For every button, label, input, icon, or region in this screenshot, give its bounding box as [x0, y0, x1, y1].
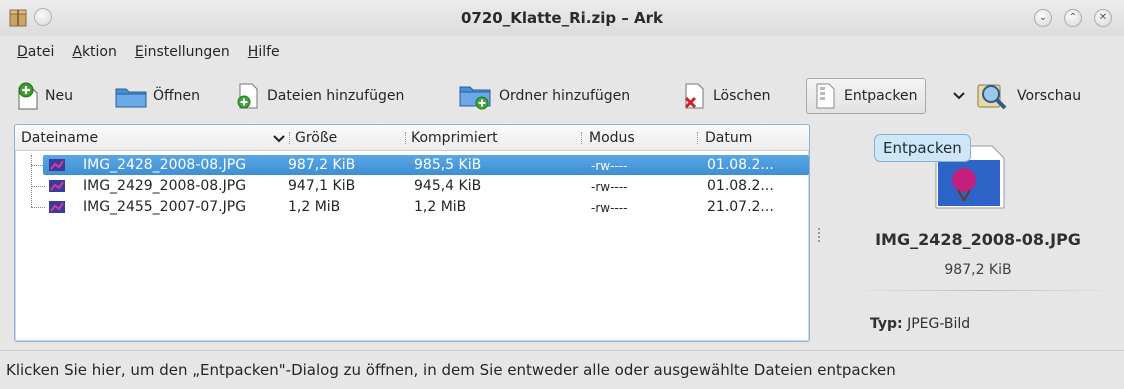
title-bar: 0720_Klatte_Ri.zip – Ark ⌄ ⌃ ✕ [0, 0, 1124, 36]
file-date-cell: 01.08.2... [707, 178, 774, 194]
preview-file-type: Typ: JPEG-Bild [870, 316, 970, 332]
preview-magnifier-icon [977, 84, 1007, 110]
preview-button[interactable]: Vorschau [976, 78, 1081, 114]
file-compressed-cell: 945,4 KiB [414, 178, 482, 194]
open-folder-icon [115, 88, 147, 108]
extract-menu-arrow[interactable] [952, 78, 971, 114]
add-folder-label: Ordner hinzufügen [499, 88, 631, 104]
file-size-cell: 987,2 KiB [288, 157, 356, 173]
column-dateiname[interactable]: Dateiname [21, 130, 98, 146]
file-compressed-cell: 985,5 KiB [414, 157, 482, 173]
extract-tooltip: Entpacken [874, 134, 971, 162]
menu-datei[interactable]: Datei [8, 40, 63, 66]
extract-button[interactable]: Entpacken [806, 78, 927, 114]
file-name-cell: IMG_2428_2008-08.JPG [83, 157, 247, 173]
preview-file-name: IMG_2428_2008-08.JPG [875, 230, 1081, 249]
table-row[interactable]: IMG_2428_2008-08.JPG 987,2 KiB 985,5 KiB… [43, 155, 809, 175]
jpeg-file-icon [49, 180, 65, 192]
file-list-header: Dateiname Größe Komprimiert Modus Datum [15, 125, 809, 151]
chevron-down-icon [953, 92, 965, 100]
file-name-cell: IMG_2429_2008-08.JPG [83, 178, 247, 194]
table-row[interactable]: IMG_2455_2007-07.JPG 1,2 MiB 1,2 MiB -rw… [15, 197, 809, 217]
open-label: Öffnen [153, 88, 201, 104]
archive-file-list[interactable]: Dateiname Größe Komprimiert Modus Datum … [14, 124, 810, 342]
window-title: 0720_Klatte_Ri.zip – Ark [460, 9, 664, 27]
preview-label: Vorschau [1017, 88, 1082, 104]
new-label: Neu [45, 88, 73, 104]
delete-label: Löschen [713, 88, 771, 104]
sort-chevron-icon[interactable] [273, 134, 285, 144]
status-text: Klicken Sie hier, um den „Entpacken"-Dia… [6, 361, 896, 379]
file-name-cell: IMG_2455_2007-07.JPG [83, 199, 247, 215]
column-groesse[interactable]: Größe [295, 130, 337, 146]
extract-label: Entpacken [844, 88, 918, 104]
column-datum[interactable]: Datum [705, 130, 752, 146]
column-separator[interactable] [697, 132, 698, 144]
status-bar: Klicken Sie hier, um den „Entpacken"-Dia… [0, 350, 1124, 389]
column-separator[interactable] [405, 132, 406, 144]
add-folder-icon [459, 86, 491, 110]
file-mode-cell: -rw---- [591, 180, 628, 194]
close-button[interactable]: ✕ [1094, 9, 1112, 27]
file-date-cell: 21.07.2... [707, 199, 774, 215]
column-separator[interactable] [581, 132, 582, 144]
menu-bar: Datei Aktion Einstellungen Hilfe [0, 40, 289, 66]
menu-aktion[interactable]: Aktion [63, 40, 126, 66]
table-row[interactable]: IMG_2429_2008-08.JPG 947,1 KiB 945,4 KiB… [15, 176, 809, 196]
preview-divider [848, 290, 1118, 291]
add-files-label: Dateien hinzufügen [267, 88, 405, 104]
add-files-button[interactable]: Dateien hinzufügen [236, 78, 404, 114]
column-komprimiert[interactable]: Komprimiert [411, 130, 498, 146]
open-button[interactable]: Öffnen [114, 78, 200, 114]
column-modus[interactable]: Modus [589, 130, 635, 146]
menu-einstellungen[interactable]: Einstellungen [126, 40, 239, 66]
delete-file-icon [684, 83, 704, 109]
menu-hilfe[interactable]: Hilfe [239, 40, 289, 66]
file-size-cell: 1,2 MiB [288, 199, 341, 215]
type-value: JPEG-Bild [907, 316, 971, 332]
new-button[interactable]: Neu [16, 78, 73, 114]
file-compressed-cell: 1,2 MiB [414, 199, 467, 215]
type-label: Typ: [870, 316, 903, 332]
preview-file-size: 987,2 KiB [944, 262, 1012, 278]
add-folder-button[interactable]: Ordner hinzufügen [458, 78, 630, 114]
add-files-icon [237, 83, 258, 109]
jpeg-file-icon [49, 159, 65, 171]
column-separator[interactable] [289, 132, 290, 144]
new-archive-icon [18, 82, 38, 110]
file-mode-cell: -rw---- [591, 159, 628, 173]
delete-button[interactable]: Löschen [682, 78, 770, 114]
file-date-cell: 01.08.2... [707, 157, 774, 173]
maximize-button[interactable]: ⌃ [1064, 9, 1082, 27]
splitter-handle[interactable] [818, 228, 821, 242]
file-mode-cell: -rw---- [591, 201, 628, 215]
file-size-cell: 947,1 KiB [288, 178, 356, 194]
minimize-button[interactable]: ⌄ [1034, 9, 1052, 27]
jpeg-file-icon [49, 201, 65, 213]
extract-archive-icon [816, 83, 835, 109]
main-toolbar: Neu Öffnen Dateien hinzufügen Ordner hin… [0, 76, 1124, 116]
